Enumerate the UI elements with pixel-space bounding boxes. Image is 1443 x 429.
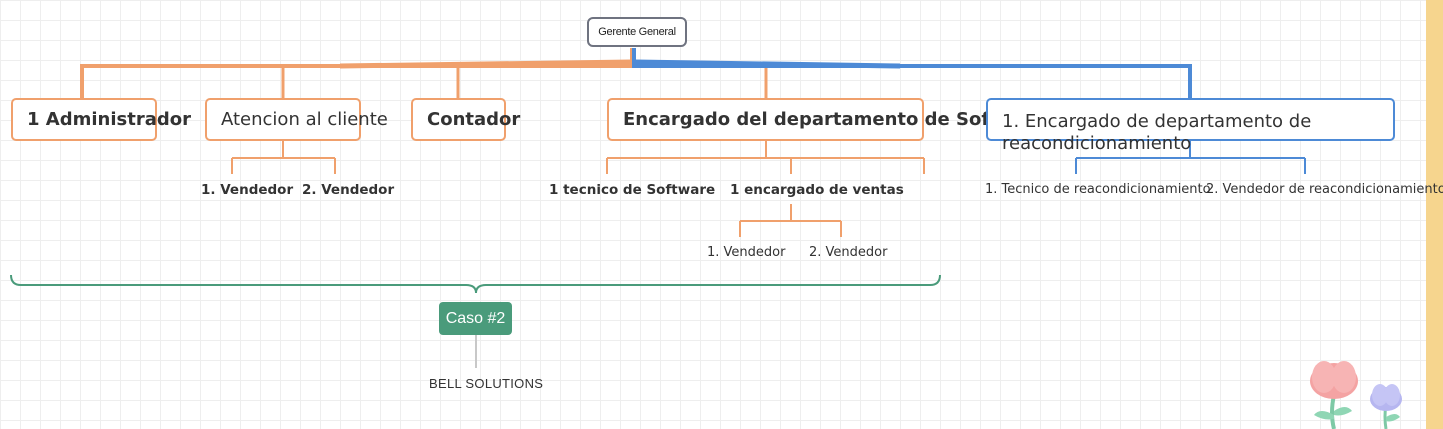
branch-software[interactable]: Encargado del departamento de Software bbox=[607, 98, 1048, 141]
ventas-child-2[interactable]: 2. Vendedor bbox=[809, 245, 887, 260]
connector-lines bbox=[10, 48, 1306, 368]
summary-bracket bbox=[10, 274, 941, 294]
connector-reacond bbox=[632, 48, 1192, 98]
branch-atencion-cliente[interactable]: Atencion al cliente bbox=[205, 98, 388, 141]
connector-software bbox=[632, 64, 768, 98]
summary-caso-node[interactable]: Caso #2 bbox=[439, 302, 512, 335]
software-child-ventas[interactable]: 1 encargado de ventas bbox=[730, 182, 904, 198]
branch-administrador[interactable]: 1 Administrador bbox=[11, 98, 191, 141]
software-child-tecnico[interactable]: 1 tecnico de Software bbox=[549, 182, 715, 198]
atencion-child-1[interactable]: 1. Vendedor bbox=[201, 182, 293, 198]
summary-note[interactable]: BELL SOLUTIONS bbox=[429, 376, 543, 391]
connector-root-left bbox=[80, 48, 634, 98]
reacond-child-tecnico[interactable]: 1. Tecnico de reacondicionamiento bbox=[985, 182, 1211, 197]
ventas-child-1[interactable]: 1. Vendedor bbox=[707, 245, 785, 260]
atencion-child-2[interactable]: 2. Vendedor bbox=[302, 182, 394, 198]
root-node[interactable]: Gerente General bbox=[587, 17, 687, 47]
branch-reacondicionamiento[interactable]: 1. Encargado de departamento de reacondi… bbox=[986, 98, 1395, 154]
branch-contador[interactable]: Contador bbox=[411, 98, 520, 141]
connector-ventas-children bbox=[739, 204, 842, 237]
connector-software-children bbox=[606, 141, 925, 174]
connector-atencion-children bbox=[231, 141, 336, 174]
reacond-child-vendedor[interactable]: 2. Vendedor de reacondicionamiento bbox=[1206, 182, 1443, 197]
flowers-decoration-icon bbox=[1310, 361, 1402, 429]
